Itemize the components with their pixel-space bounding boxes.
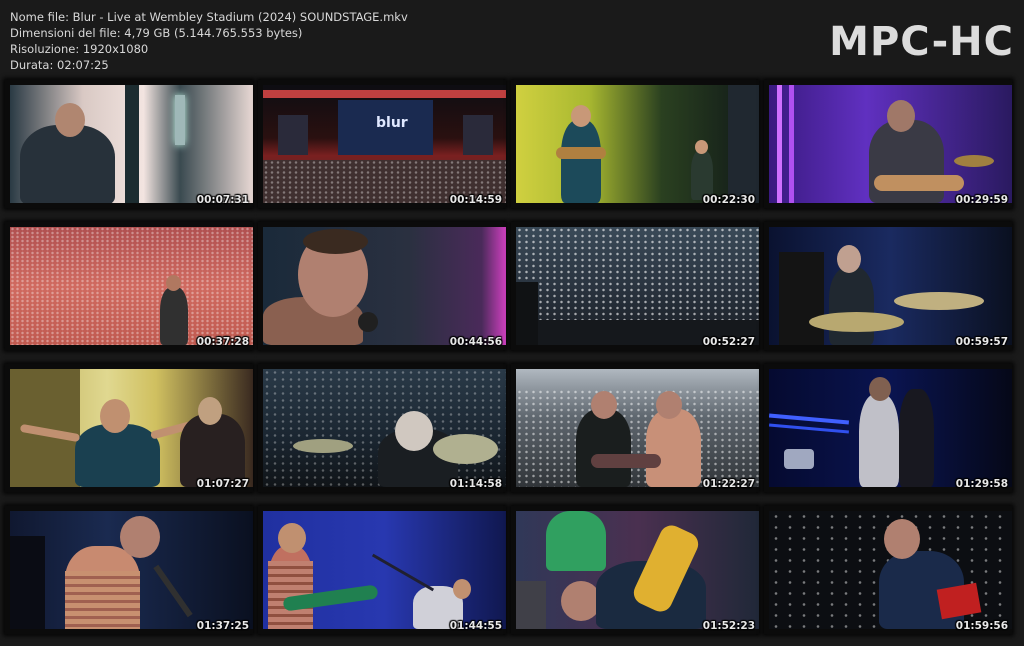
file-duration: Durata: 02:07:25 — [10, 58, 109, 72]
thumbnail-image — [263, 511, 506, 629]
thumbnail-8[interactable]: 00:59:57 — [764, 222, 1012, 350]
thumbnail-3[interactable]: 00:22:30 — [511, 80, 759, 208]
thumbnail-13[interactable]: 01:37:25 — [5, 506, 253, 634]
timestamp: 01:22:27 — [702, 478, 755, 490]
file-name: Nome file: Blur - Live at Wembley Stadiu… — [10, 10, 408, 24]
timestamp: 01:37:25 — [196, 620, 249, 632]
thumbnail-5[interactable]: 00:37:28 — [5, 222, 253, 350]
thumbnail-image — [769, 511, 1012, 629]
thumbnail-12[interactable]: 01:29:58 — [764, 364, 1012, 492]
mpc-hc-logo: MPC-HC — [829, 19, 1014, 65]
timestamp: 01:29:58 — [955, 478, 1008, 490]
timestamp: 00:52:27 — [702, 336, 755, 348]
thumbnail-grid: 00:07:31 blur 00:14:59 00:22:30 00:29:59… — [5, 80, 1019, 636]
thumbnail-4[interactable]: 00:29:59 — [764, 80, 1012, 208]
file-resolution: Risoluzione: 1920x1080 — [10, 42, 149, 56]
thumbnail-image — [516, 227, 759, 345]
timestamp: 00:14:59 — [449, 194, 502, 206]
thumbnail-image — [10, 85, 253, 203]
timestamp: 01:59:56 — [955, 620, 1008, 632]
thumbnail-image — [516, 511, 759, 629]
timestamp: 00:44:56 — [449, 336, 502, 348]
timestamp: 01:07:27 — [196, 478, 249, 490]
timestamp: 00:07:31 — [196, 194, 249, 206]
thumbnail-2[interactable]: blur 00:14:59 — [258, 80, 506, 208]
thumbnail-1[interactable]: 00:07:31 — [5, 80, 253, 208]
thumbnail-image: blur — [263, 85, 506, 203]
thumbnail-10[interactable]: 01:14:58 — [258, 364, 506, 492]
thumbnail-image — [10, 511, 253, 629]
thumbnail-image — [516, 85, 759, 203]
thumbnail-15[interactable]: 01:52:23 — [511, 506, 759, 634]
thumbnail-image — [263, 227, 506, 345]
thumbnail-image — [10, 227, 253, 345]
thumbnail-image — [769, 85, 1012, 203]
thumbnail-11[interactable]: 01:22:27 — [511, 364, 759, 492]
thumbnail-14[interactable]: 01:44:55 — [258, 506, 506, 634]
timestamp: 00:37:28 — [196, 336, 249, 348]
thumbnail-16[interactable]: 01:59:56 — [764, 506, 1012, 634]
thumbnail-image — [516, 369, 759, 487]
thumbnail-image — [10, 369, 253, 487]
thumbnail-image — [263, 369, 506, 487]
thumbnail-7[interactable]: 00:52:27 — [511, 222, 759, 350]
file-info: Nome file: Blur - Live at Wembley Stadiu… — [10, 9, 408, 73]
timestamp: 00:29:59 — [955, 194, 1008, 206]
thumbnail-image — [769, 227, 1012, 345]
thumbnail-9[interactable]: 01:07:27 — [5, 364, 253, 492]
timestamp: 00:59:57 — [955, 336, 1008, 348]
thumbnail-6[interactable]: 00:44:56 — [258, 222, 506, 350]
file-size: Dimensioni del file: 4,79 GB (5.144.765.… — [10, 26, 303, 40]
timestamp: 01:44:55 — [449, 620, 502, 632]
timestamp: 00:22:30 — [702, 194, 755, 206]
timestamp: 01:14:58 — [449, 478, 502, 490]
timestamp: 01:52:23 — [702, 620, 755, 632]
thumbnail-image — [769, 369, 1012, 487]
